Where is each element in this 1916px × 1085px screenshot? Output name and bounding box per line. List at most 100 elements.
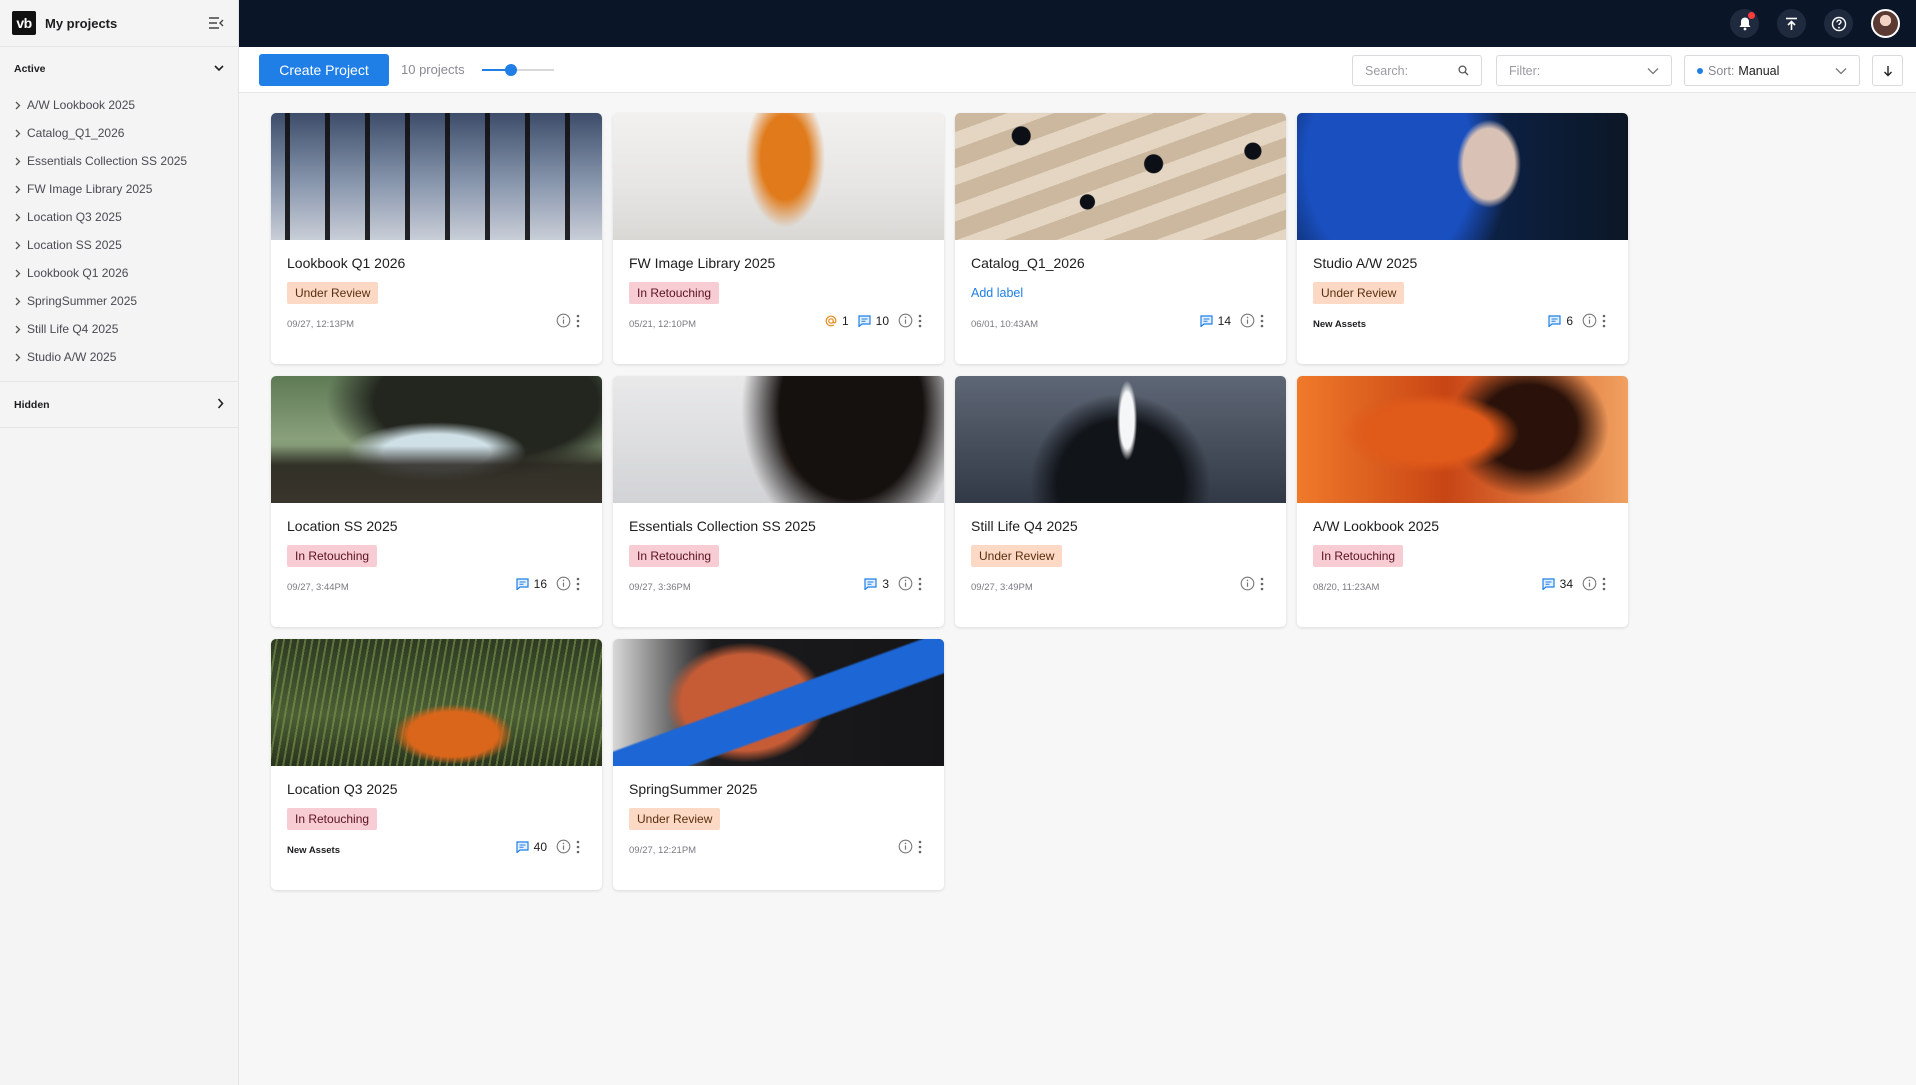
project-title[interactable]: Location SS 2025 bbox=[287, 518, 398, 534]
info-icon[interactable] bbox=[1582, 576, 1597, 591]
comment-count: 6 bbox=[1566, 313, 1573, 328]
info-icon[interactable] bbox=[1240, 576, 1255, 591]
status-badge[interactable]: Under Review bbox=[971, 545, 1063, 567]
project-thumbnail[interactable] bbox=[271, 639, 602, 766]
user-avatar[interactable] bbox=[1871, 9, 1900, 38]
comment-icon bbox=[1548, 314, 1561, 327]
search-field[interactable] bbox=[1352, 55, 1482, 86]
projects-toolbar: Create Project 10 projects Filter: Sort:… bbox=[239, 47, 1916, 93]
more-options-icon[interactable] bbox=[576, 840, 580, 854]
active-section-toggle[interactable]: Active bbox=[0, 47, 238, 91]
project-thumbnail[interactable] bbox=[613, 639, 944, 766]
search-input[interactable] bbox=[1365, 63, 1451, 78]
info-icon[interactable] bbox=[556, 313, 571, 328]
project-card[interactable]: A/W Lookbook 2025 In Retouching 08/20, 1… bbox=[1297, 376, 1628, 627]
sidebar-title: My projects bbox=[45, 15, 118, 31]
more-options-icon[interactable] bbox=[1260, 314, 1264, 328]
project-card[interactable]: SpringSummer 2025 Under Review 09/27, 12… bbox=[613, 639, 944, 890]
project-thumbnail[interactable] bbox=[271, 113, 602, 240]
chevron-right-icon bbox=[15, 325, 27, 334]
notifications-button[interactable] bbox=[1730, 9, 1759, 38]
project-thumbnail[interactable] bbox=[955, 376, 1286, 503]
project-thumbnail[interactable] bbox=[613, 113, 944, 240]
info-icon[interactable] bbox=[556, 576, 571, 591]
sidebar-item[interactable]: FW Image Library 2025 bbox=[0, 175, 238, 203]
sidebar-item[interactable]: Essentials Collection SS 2025 bbox=[0, 147, 238, 175]
slider-handle[interactable] bbox=[504, 64, 517, 76]
sidebar-item[interactable]: Still Life Q4 2025 bbox=[0, 315, 238, 343]
help-button[interactable] bbox=[1824, 9, 1853, 38]
sort-prefix: Sort: bbox=[1708, 63, 1735, 78]
sidebar-item[interactable]: Location Q3 2025 bbox=[0, 203, 238, 231]
add-label-link[interactable]: Add label bbox=[971, 286, 1023, 300]
project-title[interactable]: A/W Lookbook 2025 bbox=[1313, 518, 1439, 534]
project-thumbnail[interactable] bbox=[613, 376, 944, 503]
more-options-icon[interactable] bbox=[918, 314, 922, 328]
status-badge[interactable]: In Retouching bbox=[629, 282, 720, 304]
comment-icon bbox=[516, 577, 529, 590]
sidebar-item[interactable]: SpringSummer 2025 bbox=[0, 287, 238, 315]
info-icon[interactable] bbox=[898, 839, 913, 854]
project-thumbnail[interactable] bbox=[271, 376, 602, 503]
project-title[interactable]: Still Life Q4 2025 bbox=[971, 518, 1078, 534]
project-card[interactable]: Catalog_Q1_2026 Add label 06/01, 10:43AM… bbox=[955, 113, 1286, 364]
status-badge[interactable]: In Retouching bbox=[629, 545, 720, 567]
app-logo[interactable]: vb bbox=[12, 11, 36, 35]
status-badge[interactable]: In Retouching bbox=[1313, 545, 1404, 567]
more-options-icon[interactable] bbox=[918, 840, 922, 854]
more-options-icon[interactable] bbox=[918, 577, 922, 591]
project-card[interactable]: Studio A/W 2025 Under Review New Assets … bbox=[1297, 113, 1628, 364]
collapse-sidebar-button[interactable] bbox=[206, 13, 226, 33]
project-thumbnail[interactable] bbox=[955, 113, 1286, 240]
info-icon[interactable] bbox=[898, 576, 913, 591]
more-options-icon[interactable] bbox=[576, 314, 580, 328]
comment-count: 34 bbox=[1559, 576, 1573, 591]
chevron-down-icon bbox=[214, 63, 224, 75]
sidebar-item[interactable]: Studio A/W 2025 bbox=[0, 343, 238, 371]
sort-dropdown[interactable]: Sort: Manual bbox=[1684, 55, 1860, 86]
status-badge[interactable]: Under Review bbox=[287, 282, 379, 304]
more-options-icon[interactable] bbox=[1260, 577, 1264, 591]
more-options-icon[interactable] bbox=[1602, 577, 1606, 591]
comment-count: 3 bbox=[882, 576, 889, 591]
sidebar-item[interactable]: Catalog_Q1_2026 bbox=[0, 119, 238, 147]
sidebar-item[interactable]: Lookbook Q1 2026 bbox=[0, 259, 238, 287]
thumbnail-size-slider[interactable] bbox=[482, 63, 554, 77]
sidebar-item[interactable]: Location SS 2025 bbox=[0, 231, 238, 259]
project-title[interactable]: Catalog_Q1_2026 bbox=[971, 255, 1085, 271]
status-badge[interactable]: In Retouching bbox=[287, 545, 378, 567]
project-thumbnail[interactable] bbox=[1297, 376, 1628, 503]
sidebar-item[interactable]: A/W Lookbook 2025 bbox=[0, 91, 238, 119]
more-options-icon[interactable] bbox=[1602, 314, 1606, 328]
create-project-button[interactable]: Create Project bbox=[259, 54, 389, 86]
filter-dropdown[interactable]: Filter: bbox=[1496, 55, 1672, 86]
status-badge[interactable]: Under Review bbox=[629, 808, 721, 830]
more-options-icon[interactable] bbox=[576, 577, 580, 591]
project-title[interactable]: Lookbook Q1 2026 bbox=[287, 255, 405, 271]
project-card[interactable]: Essentials Collection SS 2025 In Retouch… bbox=[613, 376, 944, 627]
status-badge[interactable]: Under Review bbox=[1313, 282, 1405, 304]
project-card[interactable]: Location Q3 2025 In Retouching New Asset… bbox=[271, 639, 602, 890]
comment-icon bbox=[864, 577, 877, 590]
upload-button[interactable] bbox=[1777, 9, 1806, 38]
info-icon[interactable] bbox=[1582, 313, 1597, 328]
project-card[interactable]: Lookbook Q1 2026 Under Review 09/27, 12:… bbox=[271, 113, 602, 364]
project-title[interactable]: FW Image Library 2025 bbox=[629, 255, 775, 271]
hidden-section-toggle[interactable]: Hidden bbox=[0, 382, 238, 428]
project-grid: Lookbook Q1 2026 Under Review 09/27, 12:… bbox=[271, 113, 1628, 890]
status-badge[interactable]: In Retouching bbox=[287, 808, 378, 830]
project-card[interactable]: Still Life Q4 2025 Under Review 09/27, 3… bbox=[955, 376, 1286, 627]
project-card[interactable]: Location SS 2025 In Retouching 09/27, 3:… bbox=[271, 376, 602, 627]
info-icon[interactable] bbox=[556, 839, 571, 854]
top-bar bbox=[239, 0, 1916, 47]
project-title[interactable]: SpringSummer 2025 bbox=[629, 781, 757, 797]
sort-direction-button[interactable] bbox=[1872, 55, 1903, 86]
project-card[interactable]: FW Image Library 2025 In Retouching 05/2… bbox=[613, 113, 944, 364]
info-icon[interactable] bbox=[898, 313, 913, 328]
project-title[interactable]: Essentials Collection SS 2025 bbox=[629, 518, 816, 534]
sidebar-project-list: A/W Lookbook 2025 Catalog_Q1_2026 Essent… bbox=[0, 91, 238, 382]
project-thumbnail[interactable] bbox=[1297, 113, 1628, 240]
project-title[interactable]: Location Q3 2025 bbox=[287, 781, 398, 797]
project-title[interactable]: Studio A/W 2025 bbox=[1313, 255, 1417, 271]
info-icon[interactable] bbox=[1240, 313, 1255, 328]
